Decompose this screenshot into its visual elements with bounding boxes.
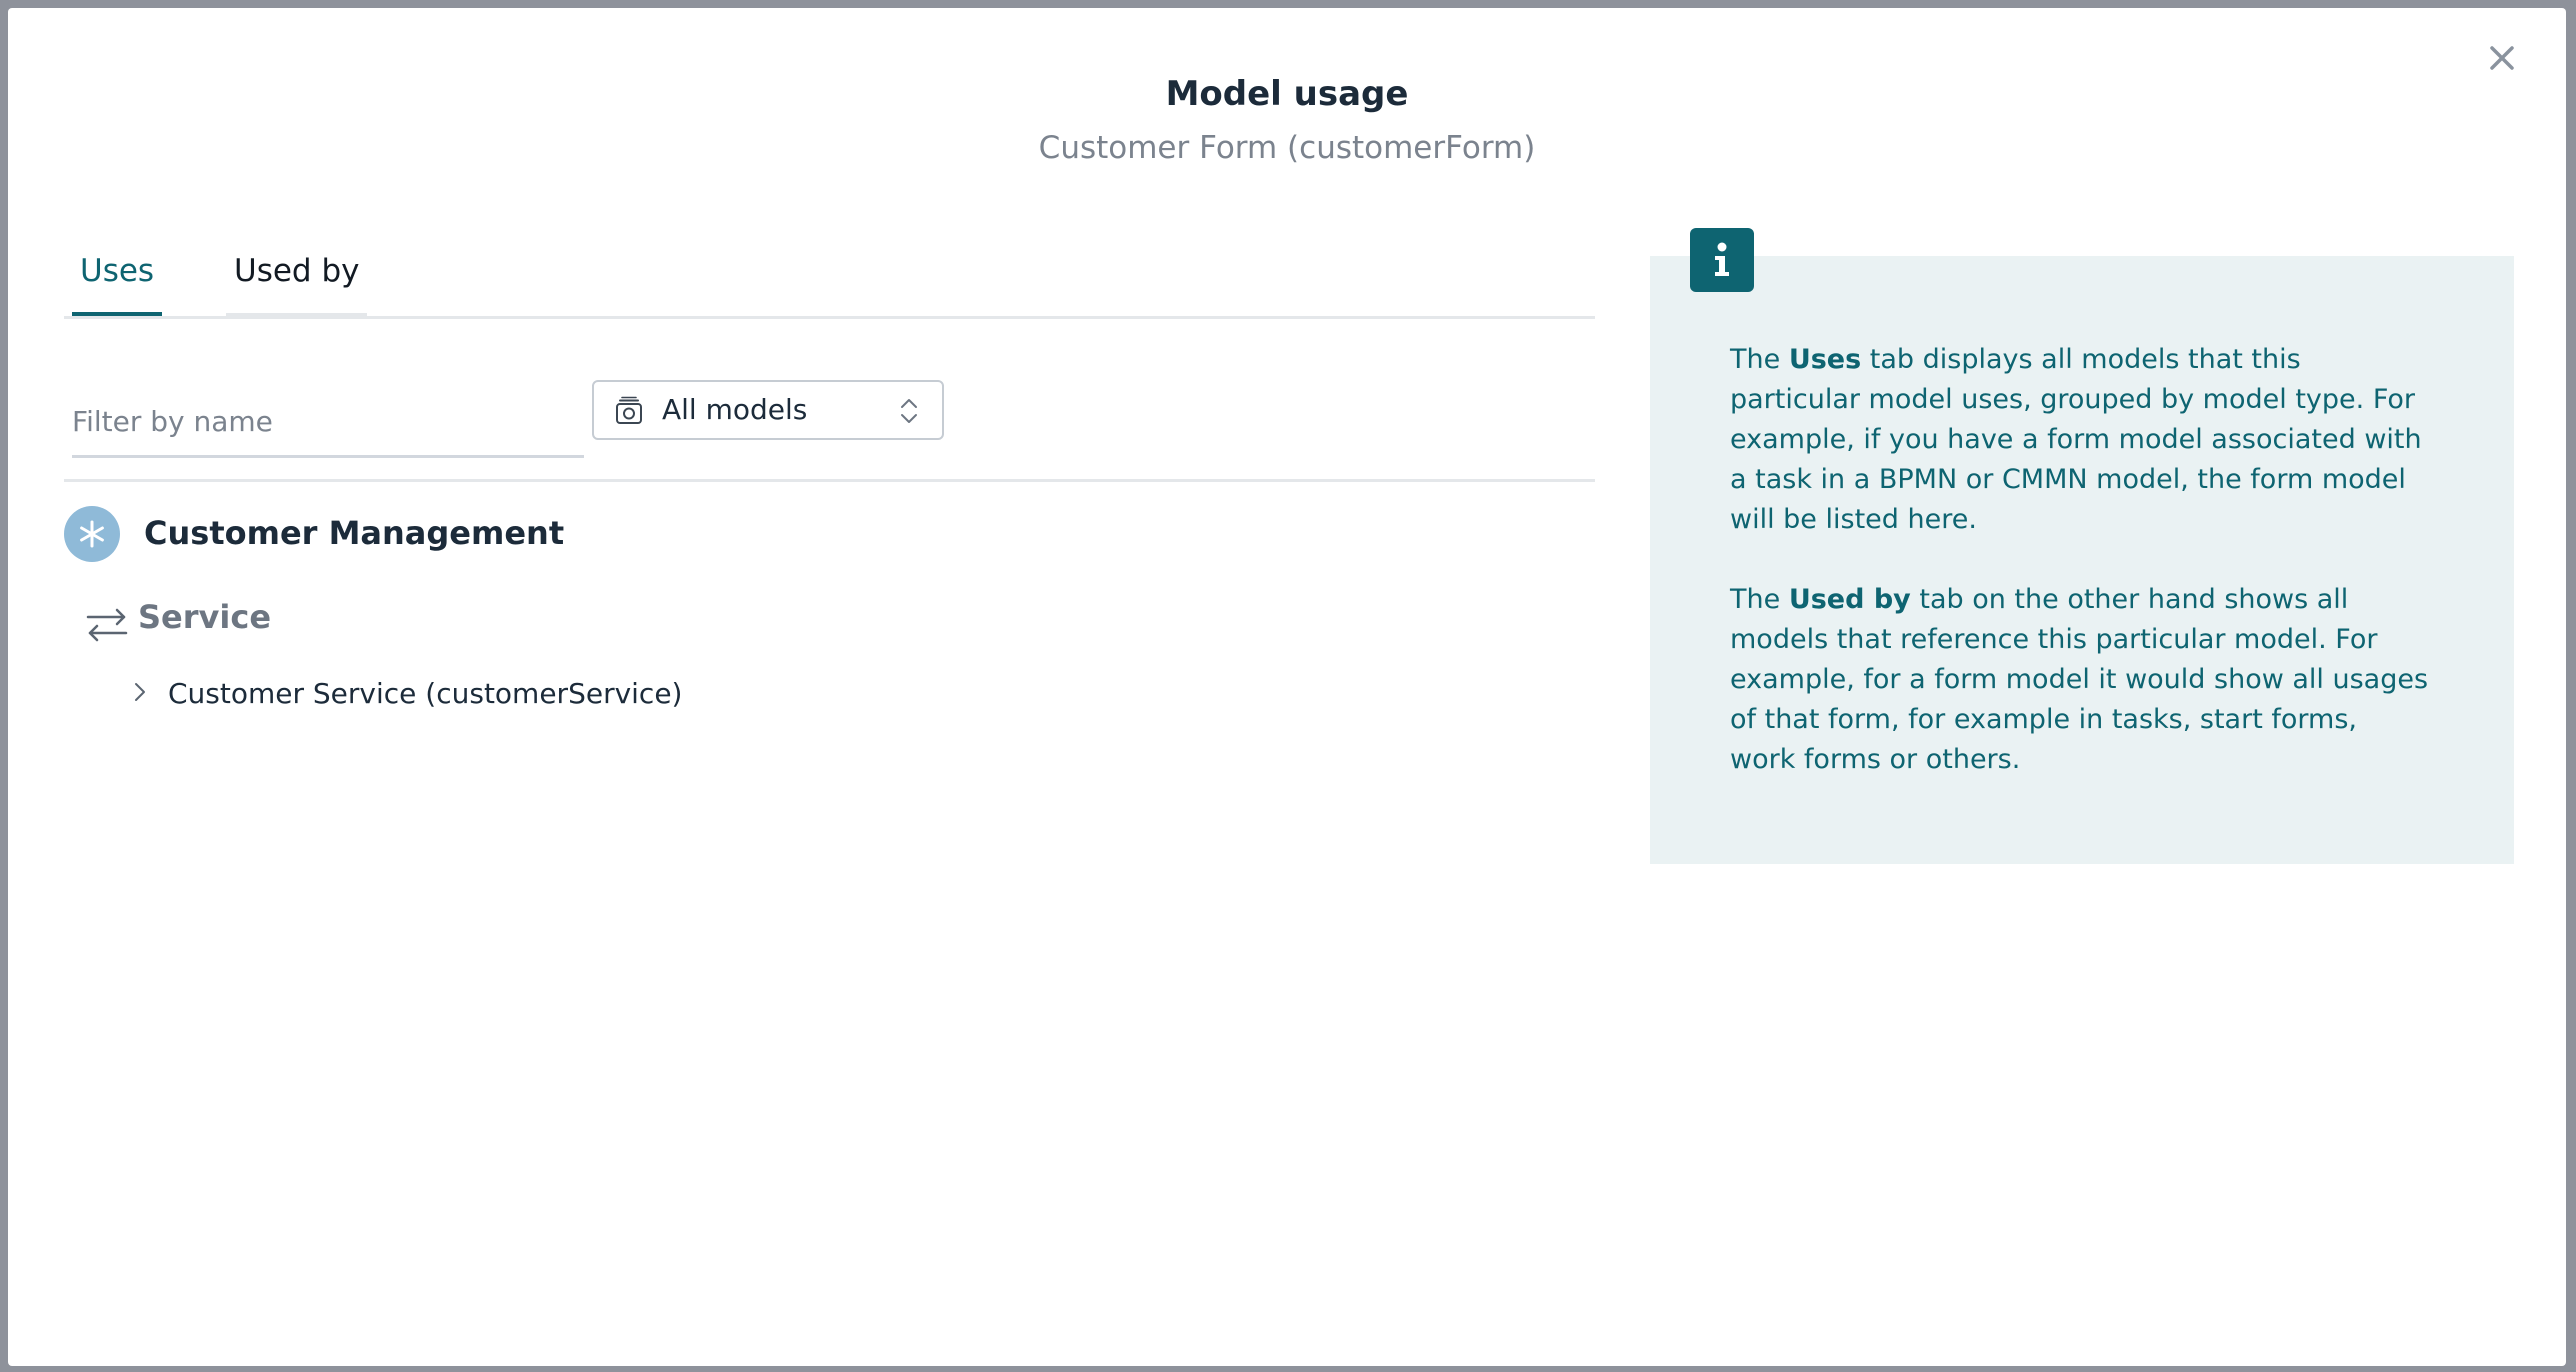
info-text: The Uses tab displays all models that th… <box>1730 340 2430 820</box>
info-icon <box>1690 228 1754 292</box>
info-paragraph-used-by: The Used by tab on the other hand shows … <box>1730 584 2429 775</box>
model-type-select-value: All models <box>662 393 808 426</box>
app-group-title: Customer Management <box>144 514 565 552</box>
chevron-up-down-icon <box>901 399 917 423</box>
model-type-title: Service <box>138 598 272 636</box>
tab-used-by[interactable]: Used by <box>226 234 368 316</box>
list-item-label[interactable]: Customer Service (customerService) <box>168 672 682 716</box>
model-usage-dialog: Model usage Customer Form (customerForm)… <box>8 8 2566 1366</box>
model-stack-icon <box>616 396 642 424</box>
dialog-subtitle: Customer Form (customerForm) <box>1038 130 1536 166</box>
dialog-title: Model usage <box>1165 74 1409 114</box>
chevron-right-icon[interactable] <box>128 678 152 706</box>
model-type-select[interactable]: All models <box>592 380 944 440</box>
filter-divider <box>64 479 1595 482</box>
tab-uses[interactable]: Uses <box>72 234 163 316</box>
filter-by-name-input[interactable] <box>72 388 584 458</box>
service-arrows-icon <box>86 608 128 642</box>
info-paragraph-uses: The Uses tab displays all models that th… <box>1730 344 2422 535</box>
app-asterisk-icon <box>64 506 120 562</box>
usage-tabs: Uses Used by <box>64 234 1595 319</box>
